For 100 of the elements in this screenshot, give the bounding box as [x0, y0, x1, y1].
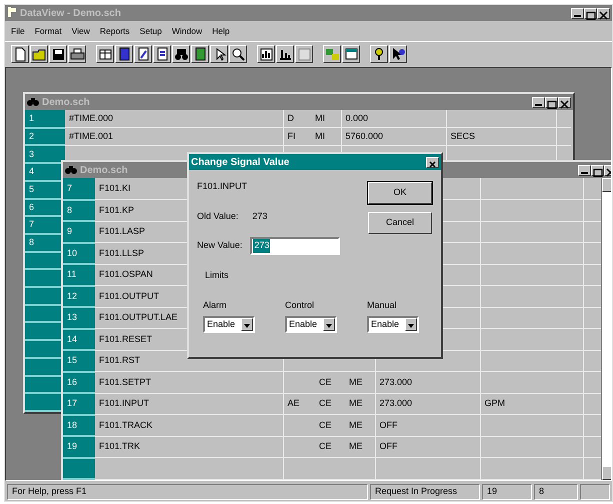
minimize-button[interactable] [578, 164, 591, 176]
menu-item[interactable]: File [11, 24, 25, 38]
window-button[interactable] [342, 44, 360, 62]
table-cell: 273.000 [375, 393, 480, 414]
zoom-button[interactable] [229, 44, 247, 62]
table-cell: F101.TRACK [95, 414, 283, 436]
dropdown[interactable]: Enable [203, 316, 255, 333]
minimize-icon [535, 104, 542, 106]
table-cell: MI [311, 128, 341, 146]
minimize-icon [574, 14, 581, 16]
table-cell: ME [345, 436, 375, 458]
row-number: 16 [63, 372, 95, 393]
table-cell: ME [345, 393, 375, 414]
document-button[interactable] [153, 44, 171, 62]
status-panel [580, 484, 610, 500]
status-text: 8 [534, 484, 578, 500]
row-number: 9 [63, 221, 95, 242]
document-button[interactable] [191, 44, 209, 62]
binoculars-button[interactable] [172, 44, 190, 62]
print-button[interactable] [68, 44, 86, 62]
menu-item[interactable]: Help [212, 24, 230, 38]
context-help-button[interactable] [389, 44, 407, 62]
table-cell: OFF [375, 436, 480, 458]
row-number: 15 [63, 350, 95, 372]
table-cell: 0.000 [341, 110, 446, 128]
new-file-button[interactable] [11, 44, 29, 62]
menu-item[interactable]: Format [34, 24, 62, 38]
menu-item[interactable]: Reports [100, 24, 130, 38]
minimize-button[interactable] [532, 96, 545, 108]
row-number: 7 [63, 178, 95, 200]
maximize-icon [585, 11, 596, 20]
grid-button[interactable] [96, 44, 114, 62]
table-cell: F101.TRK [95, 436, 283, 458]
field-label: Control [285, 298, 316, 312]
status-text: Request In Progress [370, 484, 480, 500]
close-button[interactable] [426, 156, 439, 168]
table-cell: #TIME.000 [65, 110, 283, 128]
zoom-icon [230, 46, 246, 62]
dialog-button[interactable]: OK [368, 182, 432, 204]
table-cell: F101.INPUT [95, 393, 283, 414]
menu-item[interactable]: Window [172, 24, 202, 38]
close-icon [559, 100, 570, 110]
table-cell: MI [311, 110, 341, 128]
table-cell: #TIME.001 [65, 128, 283, 146]
row-number: 1 [25, 110, 65, 128]
menu-item[interactable]: Setup [140, 24, 162, 38]
table-cell: OFF [375, 414, 480, 436]
save-button[interactable] [49, 44, 67, 62]
close-icon [598, 11, 609, 20]
open-folder-button[interactable] [30, 44, 48, 62]
minimize-icon [581, 172, 588, 174]
print-icon [69, 46, 85, 62]
field-label: Old Value: [197, 210, 238, 222]
row-number: 8 [63, 200, 95, 221]
window-title: Demo.sch [80, 164, 128, 178]
chart-button[interactable] [257, 44, 275, 62]
minimize-button[interactable] [571, 8, 584, 18]
chart-button[interactable] [276, 44, 294, 62]
dropdown[interactable]: Enable [367, 316, 419, 333]
table-cell: F101.SETPT [95, 372, 283, 393]
row-number: 11 [63, 264, 95, 286]
maximize-icon [592, 168, 603, 178]
status-text: For Help, press F1 [7, 484, 368, 500]
pointer-button[interactable] [210, 44, 228, 62]
window-title: Demo.sch [42, 96, 90, 110]
dialog-button[interactable]: Cancel [368, 212, 432, 234]
maximize-button[interactable] [545, 96, 558, 108]
status-text: 19 [482, 484, 532, 500]
table-cell: 5760.000 [341, 128, 446, 146]
row-number: 12 [63, 286, 95, 307]
table-cell: 273.000 [375, 372, 480, 393]
table-cell: CE [315, 393, 345, 414]
table-cell: CE [315, 372, 345, 393]
table-cell: ME [345, 414, 375, 436]
close-button[interactable] [597, 8, 610, 18]
row-number: 19 [63, 436, 95, 458]
table-cell: GPM [480, 393, 583, 414]
close-button[interactable] [558, 96, 571, 108]
table-cell: FI [283, 128, 311, 146]
table-cell: CE [315, 436, 345, 458]
window-title: Change Signal Value [191, 156, 290, 170]
maximize-icon [546, 100, 557, 110]
close-icon [427, 160, 438, 170]
row-number: 14 [63, 328, 95, 350]
maximize-button[interactable] [584, 8, 597, 18]
help-button[interactable] [370, 44, 388, 62]
signal-name: F101.INPUT [197, 180, 248, 193]
group-label: Limits [205, 269, 230, 282]
old-value: 273 [252, 210, 268, 222]
row-number: 10 [63, 242, 95, 264]
maximize-button[interactable] [591, 164, 604, 176]
row-number: 18 [63, 414, 95, 436]
dropdown[interactable]: Enable [285, 316, 337, 333]
document-button[interactable] [115, 44, 133, 62]
chart-icon [258, 46, 274, 62]
input-field[interactable]: 273 [250, 237, 340, 255]
menu-item[interactable]: View [72, 24, 90, 38]
table-cell: AE [283, 393, 315, 414]
document-button[interactable] [134, 44, 152, 62]
context-help-icon [390, 46, 406, 62]
